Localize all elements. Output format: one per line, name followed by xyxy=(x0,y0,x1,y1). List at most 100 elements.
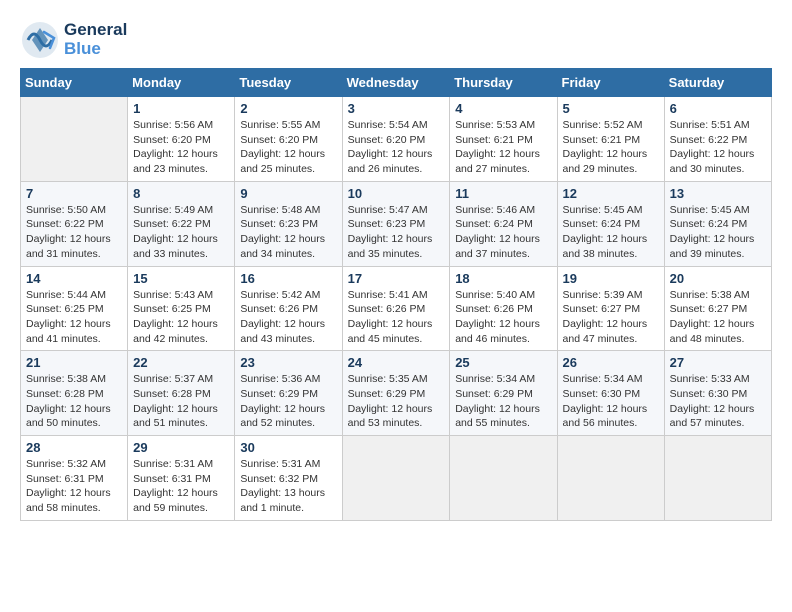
calendar-cell: 8 Sunrise: 5:49 AM Sunset: 6:22 PM Daylig… xyxy=(128,181,235,266)
weekday-header: Sunday xyxy=(21,69,128,97)
day-number: 30 xyxy=(240,440,336,455)
day-number: 9 xyxy=(240,186,336,201)
day-number: 23 xyxy=(240,355,336,370)
day-number: 8 xyxy=(133,186,229,201)
calendar-cell: 4Sunrise: 5:53 AM Sunset: 6:21 PM Daylig… xyxy=(450,97,557,182)
day-number: 26 xyxy=(563,355,659,370)
calendar-table: SundayMondayTuesdayWednesdayThursdayFrid… xyxy=(20,68,772,521)
day-number: 4 xyxy=(455,101,551,116)
calendar-cell: 22 Sunrise: 5:37 AM Sunset: 6:28 PM Dayli… xyxy=(128,351,235,436)
day-number: 7 xyxy=(26,186,122,201)
calendar-cell: 28 Sunrise: 5:32 AM Sunset: 6:31 PM Dayli… xyxy=(21,436,128,521)
day-info: Sunrise: 5:45 AM Sunset: 6:24 PM Dayligh… xyxy=(670,203,766,262)
day-info: Sunrise: 5:32 AM Sunset: 6:31 PM Dayligh… xyxy=(26,457,122,516)
day-number: 19 xyxy=(563,271,659,286)
calendar-cell: 24 Sunrise: 5:35 AM Sunset: 6:29 PM Dayli… xyxy=(342,351,450,436)
day-number: 16 xyxy=(240,271,336,286)
day-number: 28 xyxy=(26,440,122,455)
day-number: 18 xyxy=(455,271,551,286)
day-number: 17 xyxy=(348,271,445,286)
day-info: Sunrise: 5:47 AM Sunset: 6:23 PM Dayligh… xyxy=(348,203,445,262)
logo-text-line2: Blue xyxy=(64,40,127,59)
day-info: Sunrise: 5:38 AM Sunset: 6:27 PM Dayligh… xyxy=(670,288,766,347)
weekday-header: Monday xyxy=(128,69,235,97)
weekday-header: Tuesday xyxy=(235,69,342,97)
weekday-header: Wednesday xyxy=(342,69,450,97)
calendar-cell: 17 Sunrise: 5:41 AM Sunset: 6:26 PM Dayli… xyxy=(342,266,450,351)
calendar-cell: 14 Sunrise: 5:44 AM Sunset: 6:25 PM Dayli… xyxy=(21,266,128,351)
page-header: General Blue xyxy=(20,20,772,60)
day-number: 22 xyxy=(133,355,229,370)
day-number: 5 xyxy=(563,101,659,116)
calendar-cell: 6 Sunrise: 5:51 AM Sunset: 6:22 PM Daylig… xyxy=(664,97,771,182)
day-info: Sunrise: 5:48 AM Sunset: 6:23 PM Dayligh… xyxy=(240,203,336,262)
logo: General Blue xyxy=(20,20,127,60)
day-number: 25 xyxy=(455,355,551,370)
day-number: 21 xyxy=(26,355,122,370)
calendar-cell: 26Sunrise: 5:34 AM Sunset: 6:30 PM Dayli… xyxy=(557,351,664,436)
logo-text-line1: General xyxy=(64,21,127,40)
calendar-cell: 20 Sunrise: 5:38 AM Sunset: 6:27 PM Dayli… xyxy=(664,266,771,351)
day-info: Sunrise: 5:52 AM Sunset: 6:21 PM Dayligh… xyxy=(563,118,659,177)
day-info: Sunrise: 5:40 AM Sunset: 6:26 PM Dayligh… xyxy=(455,288,551,347)
calendar-cell: 16Sunrise: 5:42 AM Sunset: 6:26 PM Dayli… xyxy=(235,266,342,351)
day-number: 14 xyxy=(26,271,122,286)
day-info: Sunrise: 5:31 AM Sunset: 6:32 PM Dayligh… xyxy=(240,457,336,516)
day-info: Sunrise: 5:41 AM Sunset: 6:26 PM Dayligh… xyxy=(348,288,445,347)
day-info: Sunrise: 5:49 AM Sunset: 6:22 PM Dayligh… xyxy=(133,203,229,262)
calendar-cell xyxy=(557,436,664,521)
calendar-week-row: 21 Sunrise: 5:38 AM Sunset: 6:28 PM Dayli… xyxy=(21,351,772,436)
day-number: 11 xyxy=(455,186,551,201)
day-info: Sunrise: 5:54 AM Sunset: 6:20 PM Dayligh… xyxy=(348,118,445,177)
calendar-cell: 23Sunrise: 5:36 AM Sunset: 6:29 PM Dayli… xyxy=(235,351,342,436)
day-info: Sunrise: 5:46 AM Sunset: 6:24 PM Dayligh… xyxy=(455,203,551,262)
day-number: 24 xyxy=(348,355,445,370)
day-info: Sunrise: 5:55 AM Sunset: 6:20 PM Dayligh… xyxy=(240,118,336,177)
calendar-cell: 21 Sunrise: 5:38 AM Sunset: 6:28 PM Dayli… xyxy=(21,351,128,436)
calendar-cell: 10Sunrise: 5:47 AM Sunset: 6:23 PM Dayli… xyxy=(342,181,450,266)
day-info: Sunrise: 5:44 AM Sunset: 6:25 PM Dayligh… xyxy=(26,288,122,347)
calendar-cell: 25 Sunrise: 5:34 AM Sunset: 6:29 PM Dayli… xyxy=(450,351,557,436)
day-number: 27 xyxy=(670,355,766,370)
day-number: 29 xyxy=(133,440,229,455)
day-info: Sunrise: 5:56 AM Sunset: 6:20 PM Dayligh… xyxy=(133,118,229,177)
day-info: Sunrise: 5:45 AM Sunset: 6:24 PM Dayligh… xyxy=(563,203,659,262)
calendar-week-row: 28 Sunrise: 5:32 AM Sunset: 6:31 PM Dayli… xyxy=(21,436,772,521)
day-info: Sunrise: 5:51 AM Sunset: 6:22 PM Dayligh… xyxy=(670,118,766,177)
calendar-header-row: SundayMondayTuesdayWednesdayThursdayFrid… xyxy=(21,69,772,97)
weekday-header: Saturday xyxy=(664,69,771,97)
calendar-cell xyxy=(664,436,771,521)
day-number: 1 xyxy=(133,101,229,116)
calendar-body: 1 Sunrise: 5:56 AM Sunset: 6:20 PM Daylig… xyxy=(21,97,772,521)
calendar-cell: 15 Sunrise: 5:43 AM Sunset: 6:25 PM Dayli… xyxy=(128,266,235,351)
day-number: 15 xyxy=(133,271,229,286)
calendar-cell: 3 Sunrise: 5:54 AM Sunset: 6:20 PM Daylig… xyxy=(342,97,450,182)
calendar-cell: 7 Sunrise: 5:50 AM Sunset: 6:22 PM Daylig… xyxy=(21,181,128,266)
calendar-week-row: 1 Sunrise: 5:56 AM Sunset: 6:20 PM Daylig… xyxy=(21,97,772,182)
day-number: 6 xyxy=(670,101,766,116)
weekday-header: Friday xyxy=(557,69,664,97)
day-number: 20 xyxy=(670,271,766,286)
calendar-cell: 5 Sunrise: 5:52 AM Sunset: 6:21 PM Daylig… xyxy=(557,97,664,182)
day-info: Sunrise: 5:35 AM Sunset: 6:29 PM Dayligh… xyxy=(348,372,445,431)
calendar-cell: 18 Sunrise: 5:40 AM Sunset: 6:26 PM Dayli… xyxy=(450,266,557,351)
day-info: Sunrise: 5:50 AM Sunset: 6:22 PM Dayligh… xyxy=(26,203,122,262)
day-info: Sunrise: 5:38 AM Sunset: 6:28 PM Dayligh… xyxy=(26,372,122,431)
day-number: 12 xyxy=(563,186,659,201)
day-info: Sunrise: 5:31 AM Sunset: 6:31 PM Dayligh… xyxy=(133,457,229,516)
day-info: Sunrise: 5:39 AM Sunset: 6:27 PM Dayligh… xyxy=(563,288,659,347)
calendar-cell: 19 Sunrise: 5:39 AM Sunset: 6:27 PM Dayli… xyxy=(557,266,664,351)
logo-icon xyxy=(20,20,60,60)
calendar-week-row: 7 Sunrise: 5:50 AM Sunset: 6:22 PM Daylig… xyxy=(21,181,772,266)
calendar-cell: 30 Sunrise: 5:31 AM Sunset: 6:32 PM Dayli… xyxy=(235,436,342,521)
day-info: Sunrise: 5:34 AM Sunset: 6:29 PM Dayligh… xyxy=(455,372,551,431)
day-info: Sunrise: 5:33 AM Sunset: 6:30 PM Dayligh… xyxy=(670,372,766,431)
day-number: 3 xyxy=(348,101,445,116)
day-info: Sunrise: 5:37 AM Sunset: 6:28 PM Dayligh… xyxy=(133,372,229,431)
calendar-cell: 1 Sunrise: 5:56 AM Sunset: 6:20 PM Daylig… xyxy=(128,97,235,182)
day-number: 2 xyxy=(240,101,336,116)
calendar-cell: 13Sunrise: 5:45 AM Sunset: 6:24 PM Dayli… xyxy=(664,181,771,266)
calendar-week-row: 14 Sunrise: 5:44 AM Sunset: 6:25 PM Dayli… xyxy=(21,266,772,351)
calendar-cell: 27 Sunrise: 5:33 AM Sunset: 6:30 PM Dayli… xyxy=(664,351,771,436)
day-info: Sunrise: 5:43 AM Sunset: 6:25 PM Dayligh… xyxy=(133,288,229,347)
